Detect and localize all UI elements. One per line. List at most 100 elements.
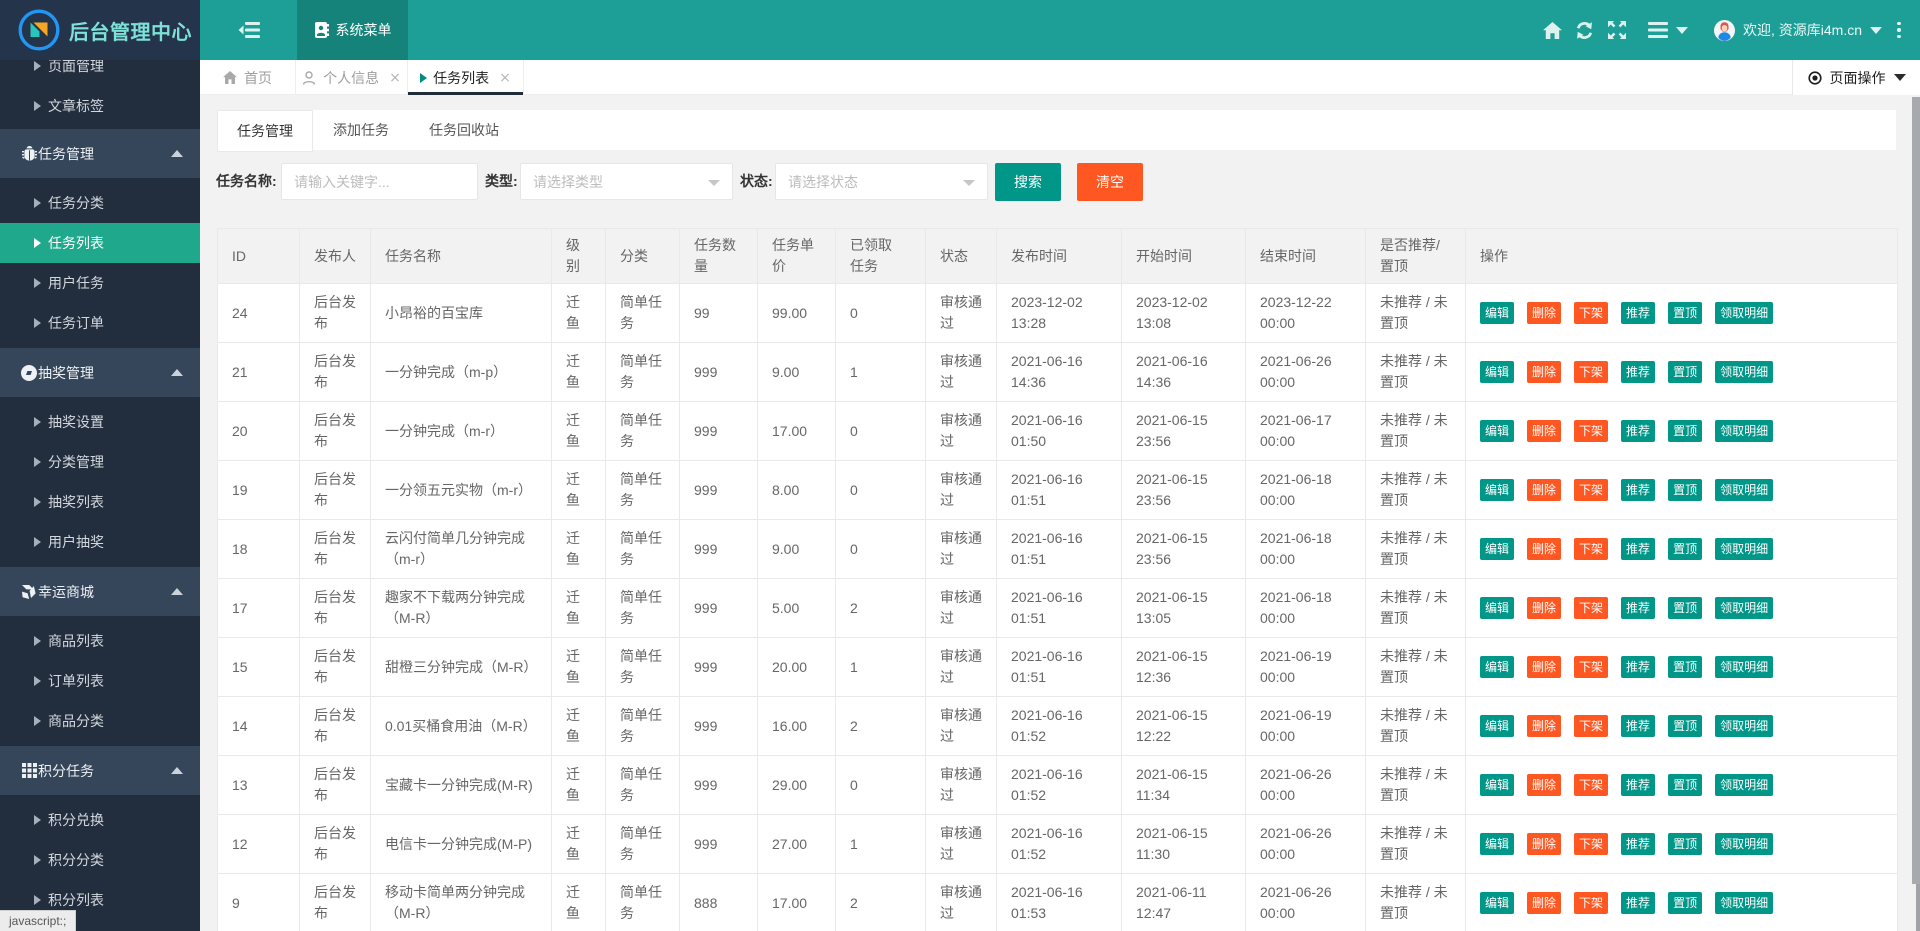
row-action-编辑[interactable]: 编辑	[1480, 538, 1514, 560]
row-action-推荐[interactable]: 推荐	[1621, 420, 1655, 442]
row-action-编辑[interactable]: 编辑	[1480, 597, 1514, 619]
sidebar-item-任务分类[interactable]: 任务分类	[0, 183, 200, 223]
row-action-删除[interactable]: 删除	[1527, 597, 1561, 619]
panel-tab-任务回收站[interactable]: 任务回收站	[409, 110, 519, 150]
row-action-删除[interactable]: 删除	[1527, 420, 1561, 442]
clear-button[interactable]: 清空	[1077, 163, 1143, 201]
row-action-推荐[interactable]: 推荐	[1621, 715, 1655, 737]
row-action-编辑[interactable]: 编辑	[1480, 361, 1514, 383]
sidebar-item-抽奖设置[interactable]: 抽奖设置	[0, 402, 200, 442]
row-action-下架[interactable]: 下架	[1574, 420, 1608, 442]
sidebar-item-积分兑换[interactable]: 积分兑换	[0, 800, 200, 840]
row-action-领取明细[interactable]: 领取明细	[1715, 361, 1773, 383]
tab-首页[interactable]: 首页	[200, 60, 296, 95]
row-action-删除[interactable]: 删除	[1527, 656, 1561, 678]
row-action-下架[interactable]: 下架	[1574, 479, 1608, 501]
row-action-置顶[interactable]: 置顶	[1668, 656, 1702, 678]
row-action-删除[interactable]: 删除	[1527, 479, 1561, 501]
sidebar-item-商品分类[interactable]: 商品分类	[0, 701, 200, 741]
sidebar-section-2[interactable]: 任务管理	[0, 129, 200, 178]
sidebar-item-用户任务[interactable]: 用户任务	[0, 263, 200, 303]
row-action-推荐[interactable]: 推荐	[1621, 361, 1655, 383]
row-action-置顶[interactable]: 置顶	[1668, 479, 1702, 501]
row-action-领取明细[interactable]: 领取明细	[1715, 715, 1773, 737]
row-action-推荐[interactable]: 推荐	[1621, 656, 1655, 678]
sidebar-item-分类管理[interactable]: 分类管理	[0, 442, 200, 482]
row-action-领取明细[interactable]: 领取明细	[1715, 420, 1773, 442]
sidebar-item-1[interactable]: 文章标签	[0, 86, 200, 126]
system-menu-tab[interactable]: 系统菜单	[297, 0, 408, 60]
row-action-编辑[interactable]: 编辑	[1480, 715, 1514, 737]
scrollbar-thumb[interactable]	[1912, 97, 1920, 884]
status-select[interactable]: 请选择状态	[775, 163, 988, 200]
row-action-删除[interactable]: 删除	[1527, 833, 1561, 855]
row-action-领取明细[interactable]: 领取明细	[1715, 302, 1773, 324]
layout-menu-button[interactable]	[1633, 0, 1698, 60]
row-action-编辑[interactable]: 编辑	[1480, 420, 1514, 442]
row-action-领取明细[interactable]: 领取明细	[1715, 597, 1773, 619]
row-action-推荐[interactable]: 推荐	[1621, 538, 1655, 560]
row-action-下架[interactable]: 下架	[1574, 538, 1608, 560]
sidebar-item-抽奖列表[interactable]: 抽奖列表	[0, 482, 200, 522]
row-action-置顶[interactable]: 置顶	[1668, 774, 1702, 796]
row-action-删除[interactable]: 删除	[1527, 538, 1561, 560]
sidebar-section-3[interactable]: 抽奖管理	[0, 348, 200, 397]
row-action-下架[interactable]: 下架	[1574, 656, 1608, 678]
row-action-删除[interactable]: 删除	[1527, 892, 1561, 914]
row-action-置顶[interactable]: 置顶	[1668, 420, 1702, 442]
row-action-下架[interactable]: 下架	[1574, 361, 1608, 383]
row-action-下架[interactable]: 下架	[1574, 302, 1608, 324]
row-action-编辑[interactable]: 编辑	[1480, 774, 1514, 796]
tab-任务列表[interactable]: 任务列表×	[408, 60, 524, 95]
user-menu[interactable]: 欢迎, 资源库i4m.cn	[1698, 0, 1888, 60]
row-action-领取明细[interactable]: 领取明细	[1715, 656, 1773, 678]
home-button[interactable]	[1537, 0, 1569, 60]
row-action-领取明细[interactable]: 领取明细	[1715, 892, 1773, 914]
row-action-推荐[interactable]: 推荐	[1621, 833, 1655, 855]
row-action-置顶[interactable]: 置顶	[1668, 361, 1702, 383]
page-actions-button[interactable]: 页面操作	[1792, 60, 1920, 95]
row-action-推荐[interactable]: 推荐	[1621, 302, 1655, 324]
row-action-推荐[interactable]: 推荐	[1621, 774, 1655, 796]
search-button[interactable]: 搜索	[995, 163, 1061, 201]
row-action-推荐[interactable]: 推荐	[1621, 892, 1655, 914]
row-action-领取明细[interactable]: 领取明细	[1715, 774, 1773, 796]
row-action-编辑[interactable]: 编辑	[1480, 656, 1514, 678]
row-action-下架[interactable]: 下架	[1574, 774, 1608, 796]
row-action-编辑[interactable]: 编辑	[1480, 479, 1514, 501]
refresh-button[interactable]	[1569, 0, 1601, 60]
row-action-置顶[interactable]: 置顶	[1668, 302, 1702, 324]
row-action-领取明细[interactable]: 领取明细	[1715, 538, 1773, 560]
row-action-推荐[interactable]: 推荐	[1621, 597, 1655, 619]
panel-tab-任务管理[interactable]: 任务管理	[217, 110, 313, 152]
row-action-置顶[interactable]: 置顶	[1668, 538, 1702, 560]
sidebar-item-积分分类[interactable]: 积分分类	[0, 840, 200, 880]
row-action-置顶[interactable]: 置顶	[1668, 715, 1702, 737]
sidebar-item-任务订单[interactable]: 任务订单	[0, 303, 200, 343]
outer-scrollbar-thumb[interactable]	[1916, 884, 1920, 931]
type-select[interactable]: 请选择类型	[520, 163, 733, 200]
row-action-下架[interactable]: 下架	[1574, 892, 1608, 914]
row-action-删除[interactable]: 删除	[1527, 302, 1561, 324]
task-name-input[interactable]	[281, 163, 478, 200]
tab-个人信息[interactable]: 个人信息×	[296, 60, 408, 95]
row-action-置顶[interactable]: 置顶	[1668, 892, 1702, 914]
fullscreen-button[interactable]	[1601, 0, 1633, 60]
sidebar-item-订单列表[interactable]: 订单列表	[0, 661, 200, 701]
collapse-sidebar-button[interactable]	[200, 0, 297, 60]
row-action-推荐[interactable]: 推荐	[1621, 479, 1655, 501]
row-action-置顶[interactable]: 置顶	[1668, 833, 1702, 855]
close-icon[interactable]: ×	[389, 70, 401, 86]
row-action-删除[interactable]: 删除	[1527, 774, 1561, 796]
sidebar-section-5[interactable]: 积分任务	[0, 746, 200, 795]
sidebar-item-任务列表[interactable]: 任务列表	[0, 223, 200, 263]
row-action-领取明细[interactable]: 领取明细	[1715, 833, 1773, 855]
row-action-领取明细[interactable]: 领取明细	[1715, 479, 1773, 501]
panel-tab-添加任务[interactable]: 添加任务	[313, 110, 409, 150]
row-action-删除[interactable]: 删除	[1527, 715, 1561, 737]
sidebar-section-4[interactable]: 幸运商城	[0, 567, 200, 616]
row-action-置顶[interactable]: 置顶	[1668, 597, 1702, 619]
row-action-下架[interactable]: 下架	[1574, 715, 1608, 737]
sidebar-item-用户抽奖[interactable]: 用户抽奖	[0, 522, 200, 562]
row-action-删除[interactable]: 删除	[1527, 361, 1561, 383]
